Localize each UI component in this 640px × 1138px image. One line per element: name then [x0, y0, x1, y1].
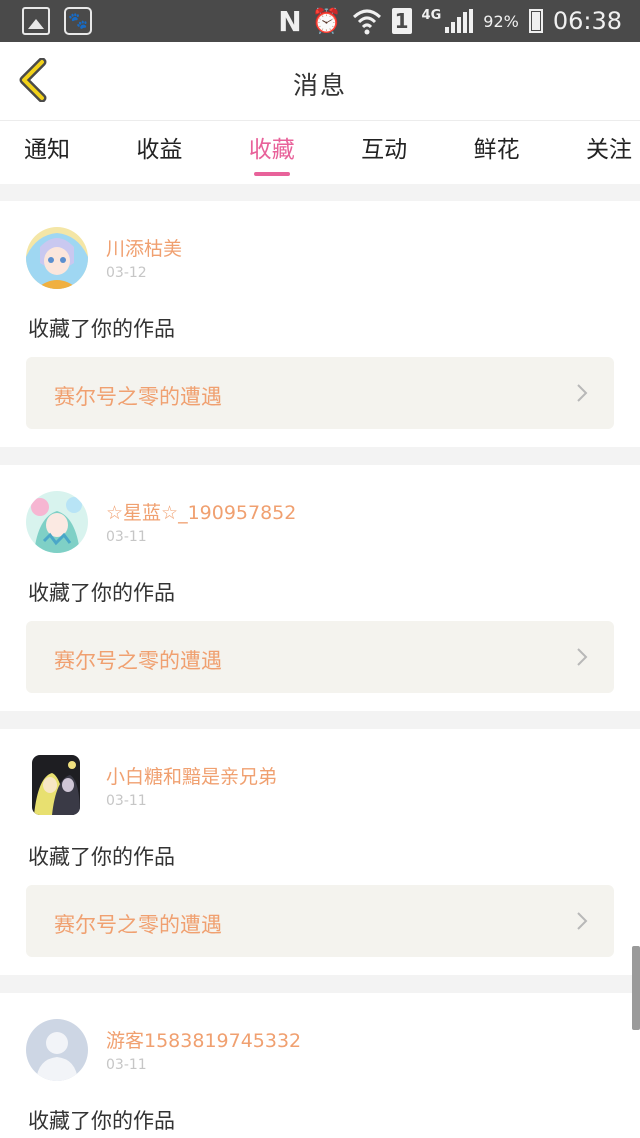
scrollbar[interactable]	[632, 946, 640, 1030]
action-text: 收藏了你的作品	[28, 1109, 175, 1133]
message-card: 川添枯美 03-12 收藏了你的作品 赛尔号之零的遭遇	[0, 201, 640, 447]
tab-flowers[interactable]: 鲜花	[474, 121, 520, 184]
message-card: ☆星蓝☆_190957852 03-11 收藏了你的作品 赛尔号之零的遭遇	[0, 465, 640, 711]
avatar[interactable]	[26, 1019, 88, 1081]
work-link[interactable]: 赛尔号之零的遭遇	[26, 357, 614, 429]
nfc-icon: N	[278, 4, 302, 38]
message-date: 03-11	[106, 529, 147, 545]
avatar[interactable]	[26, 227, 88, 289]
message-card: 小白糖和黯是亲兄弟 03-11 收藏了你的作品 赛尔号之零的遭遇	[0, 729, 640, 975]
tab-bar: 通知 收益 收藏 互动 鲜花 关注	[0, 120, 640, 184]
message-date: 03-11	[106, 1057, 147, 1073]
work-link[interactable]: 赛尔号之零的遭遇	[26, 621, 614, 693]
page-title: 消息	[292, 71, 347, 100]
sim-slot-badge: 1	[391, 8, 412, 34]
wifi-icon	[352, 9, 381, 35]
tab-favorites[interactable]: 收藏	[249, 121, 295, 184]
status-bar: 🐾 N ⏰ 1 4G 92% 06:38	[0, 0, 640, 42]
action-text: 收藏了你的作品	[28, 845, 175, 869]
tab-follows[interactable]: 关注	[586, 121, 632, 184]
username[interactable]: 川添枯美	[106, 234, 182, 261]
signal-icon	[445, 9, 474, 33]
action-text: 收藏了你的作品	[28, 317, 175, 341]
message-card: 游客1583819745332 03-11 收藏了你的作品	[0, 993, 640, 1138]
paw-icon: 🐾	[64, 7, 92, 35]
chevron-right-icon	[577, 384, 588, 402]
clock: 06:38	[552, 7, 622, 35]
work-title: 赛尔号之零的遭遇	[54, 649, 222, 673]
action-text: 收藏了你的作品	[28, 581, 175, 605]
avatar[interactable]	[26, 491, 88, 553]
username[interactable]: 小白糖和黯是亲兄弟	[106, 762, 277, 789]
status-bar-right: N ⏰ 1 4G 92% 06:38	[278, 4, 622, 38]
gallery-icon	[22, 7, 50, 35]
app-header: 消息	[0, 42, 640, 120]
username[interactable]: 游客1583819745332	[106, 1026, 301, 1053]
battery-icon	[528, 9, 543, 33]
status-bar-left: 🐾	[22, 7, 92, 35]
network-type: 4G	[421, 7, 442, 23]
username[interactable]: ☆星蓝☆_190957852	[106, 498, 296, 525]
work-title: 赛尔号之零的遭遇	[54, 385, 222, 409]
message-date: 03-12	[106, 265, 147, 281]
battery-percent: 92%	[483, 11, 519, 31]
tab-interactions[interactable]: 互动	[361, 121, 407, 184]
tab-notifications[interactable]: 通知	[24, 121, 70, 184]
default-avatar-icon	[26, 1019, 88, 1081]
work-link[interactable]: 赛尔号之零的遭遇	[26, 885, 614, 957]
avatar[interactable]	[32, 755, 80, 815]
tab-earnings[interactable]: 收益	[136, 121, 182, 184]
work-title: 赛尔号之零的遭遇	[54, 913, 222, 937]
chevron-right-icon	[577, 648, 588, 666]
chevron-right-icon	[577, 912, 588, 930]
alarm-icon: ⏰	[311, 7, 342, 35]
message-date: 03-11	[106, 793, 147, 809]
